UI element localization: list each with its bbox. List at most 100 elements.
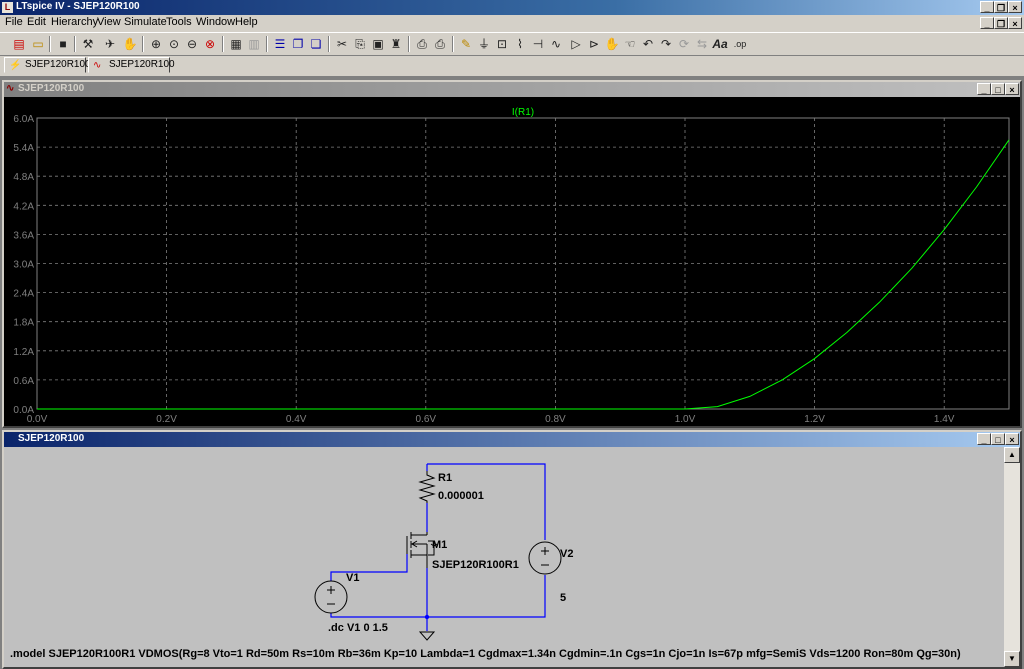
ltspice-app-icon[interactable]: L — [2, 2, 13, 13]
document-tabs: ⚡ SJEP120R100 ∿ SJEP120R100 — [0, 56, 1024, 74]
open-file-icon[interactable]: ▭ — [30, 36, 46, 52]
wire-gate[interactable] — [330, 554, 408, 581]
resistor-icon[interactable]: ⌇ — [512, 36, 528, 52]
capacitor-icon[interactable]: ⊣ — [530, 36, 546, 52]
find-icon[interactable]: ♜ — [388, 36, 404, 52]
run-icon[interactable]: ✈ — [102, 36, 118, 52]
tab-waveform[interactable]: ∿ SJEP120R100 — [88, 57, 175, 73]
vertical-scrollbar[interactable]: ▲ ▼ — [1004, 447, 1020, 667]
y-tick-label: 4.8A — [13, 172, 34, 183]
x-tick-label: 0.4V — [286, 414, 307, 425]
autorange-icon[interactable]: ▦ — [228, 36, 244, 52]
app-title-bar: L LTspice IV - SJEP120R100 _ ❐ × — [0, 0, 1024, 15]
restore-button[interactable]: ❐ — [994, 1, 1008, 13]
menu-file[interactable]: File — [5, 16, 23, 28]
tile-horizontal-icon[interactable]: ☰ — [272, 36, 288, 52]
mirror-icon[interactable]: ⇆ — [694, 36, 710, 52]
scroll-up-button[interactable]: ▲ — [1004, 447, 1020, 463]
drag-icon[interactable]: ☜ — [622, 36, 638, 52]
plot-window-title-bar: ∿ SJEP120R100 _ □ × — [4, 82, 1020, 97]
move-icon[interactable]: ✋ — [604, 36, 620, 52]
halt-icon[interactable]: ✋ — [122, 36, 138, 52]
tab-schematic[interactable]: ⚡ SJEP120R100 — [4, 57, 91, 73]
ground-symbol[interactable] — [418, 631, 436, 641]
m1-label[interactable]: M1 — [432, 539, 447, 551]
menu-tools[interactable]: Tools — [166, 16, 192, 28]
waveform-plot-area[interactable]: 0.0V 0.2V 0.4V 0.6V 0.8V 1.0V 1.2V 1.4V 0.0A 0.6A… — [4, 97, 1020, 426]
zoom-out-icon[interactable]: ⊖ — [184, 36, 200, 52]
mdi-client-area: ∿ SJEP120R100 _ □ × 0.0V 0.2V 0.4V 0.6V 0.8V… — [0, 76, 1024, 669]
print-icon[interactable]: ⎙ — [432, 36, 448, 52]
rotate-icon[interactable]: ⟳ — [676, 36, 692, 52]
menu-edit[interactable]: Edit — [27, 16, 46, 28]
menu-simulate[interactable]: Simulate — [124, 16, 167, 28]
y-tick-label: 2.4A — [13, 289, 34, 300]
r1-label[interactable]: R1 — [438, 472, 452, 484]
save-icon[interactable]: ■ — [55, 36, 71, 52]
y-tick-label: 3.6A — [13, 230, 34, 241]
wire-right-bottom[interactable] — [427, 575, 546, 618]
schematic-canvas[interactable]: R1 0.000001 M1 SJEP120R100R1 V1 V2 5 .dc… — [4, 447, 1004, 667]
plot-close-button[interactable]: × — [1005, 83, 1019, 95]
schematic-close-button[interactable]: × — [1005, 433, 1019, 445]
schematic-minimize-button[interactable]: _ — [977, 433, 991, 445]
scroll-down-button[interactable]: ▼ — [1004, 651, 1020, 667]
inductor-icon[interactable]: ∿ — [548, 36, 564, 52]
m1-model-label[interactable]: SJEP120R100R1 — [432, 559, 519, 571]
paste-icon[interactable]: ▣ — [370, 36, 386, 52]
close-button[interactable]: × — [1008, 1, 1022, 13]
plot-maximize-button[interactable]: □ — [991, 83, 1005, 95]
tile-vertical-icon[interactable]: ❐ — [290, 36, 306, 52]
y-tick-label: 0.6A — [13, 376, 34, 387]
waveform-icon: ∿ — [6, 83, 15, 94]
mdi-minimize-button[interactable]: _ — [980, 17, 994, 29]
plot-window: ∿ SJEP120R100 _ □ × 0.0V 0.2V 0.4V 0.6V 0.8V… — [2, 80, 1022, 428]
wire-v1-bottom[interactable] — [330, 613, 427, 618]
new-schematic-icon[interactable]: ▤ — [11, 36, 27, 52]
model-directive[interactable]: .model SJEP120R100R1 VDMOS(Rg=8 Vto=1 Rd… — [10, 648, 961, 660]
cascade-icon[interactable]: ❏ — [308, 36, 324, 52]
mdi-restore-button[interactable]: ❐ — [994, 17, 1008, 29]
menu-hierarchy[interactable]: Hierarchy — [51, 16, 98, 28]
draw-wire-icon[interactable]: ✎ — [458, 36, 474, 52]
redo-icon[interactable]: ↷ — [658, 36, 674, 52]
menu-help[interactable]: Help — [235, 16, 258, 28]
series-line-i-r1 — [37, 139, 1010, 410]
toolbar: ▤ ▭ ■ ⚒ ✈ ✋ ⊕ ⊙ ⊖ ⊗ ▦ ▥ ☰ ❐ ❏ ✂ ⎘ ▣ ♜ ⎙ … — [0, 32, 1024, 56]
y-tick-label: 5.4A — [13, 143, 34, 154]
spice-directive-icon[interactable]: .op — [732, 36, 748, 52]
menu-window[interactable]: Window — [196, 16, 235, 28]
plot-minimize-button[interactable]: _ — [977, 83, 991, 95]
v2-label[interactable]: V2 — [560, 548, 573, 560]
v1-symbol[interactable] — [314, 580, 348, 614]
waveform-settings-icon[interactable]: ▥ — [246, 36, 262, 52]
label-net-icon[interactable]: ⊡ — [494, 36, 510, 52]
mdi-close-button[interactable]: × — [1008, 17, 1022, 29]
y-tick-label: 1.2A — [13, 347, 34, 358]
print-setup-icon[interactable]: ⎙ — [414, 36, 430, 52]
tab-label: SJEP120R100 — [109, 59, 175, 70]
v1-label[interactable]: V1 — [346, 572, 359, 584]
schematic-maximize-button[interactable]: □ — [991, 433, 1005, 445]
minimize-button[interactable]: _ — [980, 1, 994, 13]
v2-symbol[interactable] — [528, 541, 562, 575]
component-icon[interactable]: ⊳ — [586, 36, 602, 52]
diode-icon[interactable]: ▷ — [568, 36, 584, 52]
undo-icon[interactable]: ↶ — [640, 36, 656, 52]
zoom-fit-icon[interactable]: ⊗ — [202, 36, 218, 52]
control-panel-icon[interactable]: ⚒ — [80, 36, 96, 52]
schematic-drawing[interactable]: R1 0.000001 M1 SJEP120R100R1 V1 V2 5 .dc… — [4, 447, 1004, 667]
copy-icon[interactable]: ⎘ — [352, 36, 368, 52]
zoom-in-icon[interactable]: ⊕ — [148, 36, 164, 52]
r1-value[interactable]: 0.000001 — [438, 490, 484, 502]
r1-symbol[interactable] — [418, 471, 436, 503]
text-icon[interactable]: Aa — [712, 36, 728, 52]
menu-view[interactable]: View — [97, 16, 121, 28]
trace-label-i-r1: I(R1) — [512, 107, 534, 118]
ground-icon[interactable]: ⏚ — [476, 36, 492, 52]
waveform-chart[interactable]: 0.0V 0.2V 0.4V 0.6V 0.8V 1.0V 1.2V 1.4V0.0A0.6A… — [4, 97, 1020, 426]
v2-value[interactable]: 5 — [560, 592, 566, 604]
zoom-area-icon[interactable]: ⊙ — [166, 36, 182, 52]
dc-directive[interactable]: .dc V1 0 1.5 — [328, 622, 388, 634]
cut-icon[interactable]: ✂ — [334, 36, 350, 52]
